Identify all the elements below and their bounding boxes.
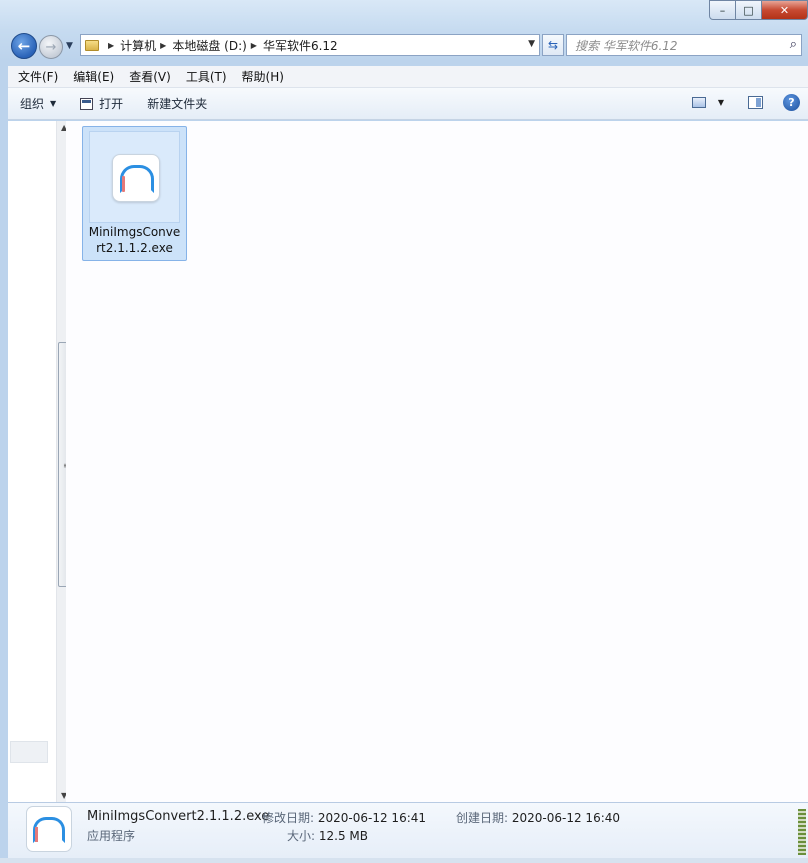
breadcrumb-current-folder[interactable]: 华军软件6.12 — [263, 37, 338, 54]
search-icon[interactable]: ⌕ — [790, 37, 797, 52]
details-modified: 修改日期: 2020-06-12 16:41 — [262, 809, 426, 826]
menu-bar: 文件(F) 编辑(E) 查看(V) 工具(T) 帮助(H) — [8, 66, 808, 88]
refresh-button[interactable]: ⇆ — [542, 34, 564, 56]
details-pane: MiniImgsConvert2.1.1.2.exe 应用程序 修改日期: 20… — [8, 802, 808, 858]
size-value: 12.5 MB — [318, 829, 368, 843]
address-dropdown-icon[interactable]: ▼ — [528, 39, 535, 49]
window-controls: – □ ✕ — [709, 0, 808, 20]
breadcrumb-local-disk[interactable]: 本地磁盘 (D:) — [172, 37, 246, 54]
recent-pages-dropdown[interactable]: ▼ — [66, 41, 73, 51]
app-icon — [112, 154, 160, 202]
file-item[interactable]: MiniImgsConvert2.1.1.2.exe — [82, 126, 187, 261]
file-list-area[interactable]: MiniImgsConvert2.1.1.2.exe — [66, 121, 808, 802]
refresh-icon: ⇆ — [547, 38, 559, 52]
maximize-button[interactable]: □ — [736, 0, 762, 20]
close-button[interactable]: ✕ — [762, 0, 808, 20]
details-file-type: 应用程序 — [87, 829, 136, 843]
address-row: ← → ▼ ▶ 计算机 ▶ 本地磁盘 (D:) ▶ 华军软件6.12 ▼ ⇆ 搜… — [8, 32, 802, 60]
created-value: 2020-06-12 16:40 — [511, 811, 621, 825]
open-label: 打开 — [99, 97, 124, 111]
menu-edit[interactable]: 编辑(E) — [63, 68, 119, 85]
preview-pane-icon[interactable] — [748, 96, 763, 109]
organize-button[interactable]: 组织 ▼ — [8, 95, 68, 112]
app-icon-bar — [122, 176, 125, 192]
menu-file[interactable]: 文件(F) — [8, 68, 63, 85]
view-options-dropdown-icon[interactable]: ▼ — [718, 98, 724, 107]
details-size: 大小: 12.5 MB — [287, 827, 368, 844]
arrow-right-icon: → — [45, 39, 57, 55]
navigation-pane: ▲ ≡ ▼ — [8, 121, 73, 802]
created-label: 创建日期: — [456, 811, 509, 825]
address-bar[interactable]: ▶ 计算机 ▶ 本地磁盘 (D:) ▶ 华军软件6.12 ▼ — [80, 34, 540, 56]
open-button[interactable]: 打开 — [68, 95, 135, 112]
back-button[interactable]: ← — [11, 33, 37, 59]
app-icon-arc — [120, 165, 154, 193]
open-icon — [80, 97, 94, 110]
modified-label: 修改日期: — [262, 811, 315, 825]
forward-button[interactable]: → — [39, 35, 63, 59]
navigation-item[interactable] — [10, 741, 48, 763]
search-input[interactable]: 搜索 华军软件6.12 ⌕ — [566, 34, 802, 56]
app-icon-bar — [35, 827, 38, 842]
new-folder-label: 新建文件夹 — [147, 97, 208, 111]
menu-tools[interactable]: 工具(T) — [176, 68, 232, 85]
command-bar: 组织 ▼ 打开 新建文件夹 ▼ ? — [8, 88, 808, 120]
app-icon — [26, 806, 72, 852]
breadcrumb-separator-icon[interactable]: ▶ — [251, 41, 257, 50]
chevron-down-icon: ▼ — [50, 99, 57, 108]
organize-label: 组织 — [20, 97, 45, 111]
arrow-left-icon: ← — [17, 37, 31, 55]
minimize-button[interactable]: – — [709, 0, 736, 20]
file-thumbnail — [89, 131, 180, 223]
search-placeholder: 搜索 华军软件6.12 — [575, 38, 678, 53]
file-name: MiniImgsConvert2.1.1.2.exe — [88, 225, 181, 255]
chevron-down-icon: ▼ — [66, 41, 73, 51]
breadcrumb-separator-icon[interactable]: ▶ — [108, 41, 114, 50]
new-folder-button[interactable]: 新建文件夹 — [135, 95, 219, 112]
modified-value: 2020-06-12 16:41 — [317, 811, 427, 825]
size-label: 大小: — [287, 829, 316, 843]
window-bottom-edge — [0, 858, 808, 863]
breadcrumb-computer[interactable]: 计算机 — [120, 37, 156, 54]
menu-view[interactable]: 查看(V) — [119, 68, 176, 85]
details-file-name: MiniImgsConvert2.1.1.2.exe — [87, 809, 270, 824]
folder-icon — [85, 39, 99, 51]
menu-help[interactable]: 帮助(H) — [232, 68, 289, 85]
details-created: 创建日期: 2020-06-12 16:40 — [456, 809, 620, 826]
explorer-window: – □ ✕ ← → ▼ ▶ 计算机 ▶ 本地磁盘 (D:) ▶ 华军软件6.12… — [0, 0, 808, 863]
help-icon[interactable]: ? — [783, 94, 800, 111]
breadcrumb-separator-icon[interactable]: ▶ — [160, 41, 166, 50]
change-view-icon[interactable] — [691, 97, 706, 108]
resize-grip[interactable] — [798, 809, 806, 855]
toolbar-right: ▼ ? — [691, 94, 800, 111]
